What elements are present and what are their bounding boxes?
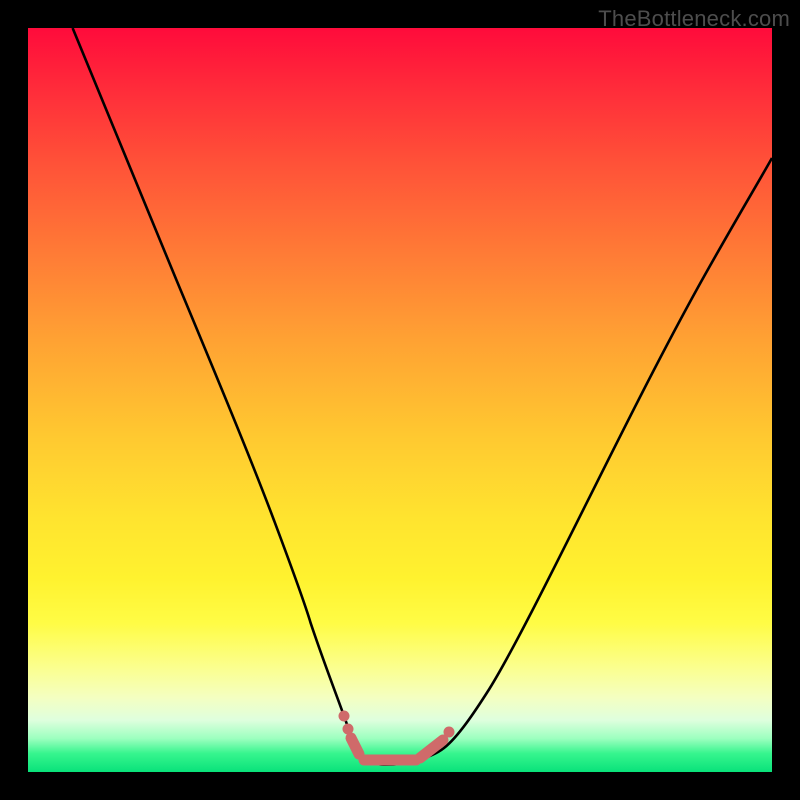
optimal-dot-1 (339, 711, 350, 722)
optimal-seg-right (420, 740, 443, 758)
optimal-seg-left (351, 738, 359, 754)
plot-area (28, 28, 772, 772)
bottleneck-curve (73, 28, 772, 765)
watermark-text: TheBottleneck.com (598, 6, 790, 32)
chart-frame: TheBottleneck.com (0, 0, 800, 800)
curve-svg (28, 28, 772, 772)
optimal-dot-3 (444, 727, 455, 738)
